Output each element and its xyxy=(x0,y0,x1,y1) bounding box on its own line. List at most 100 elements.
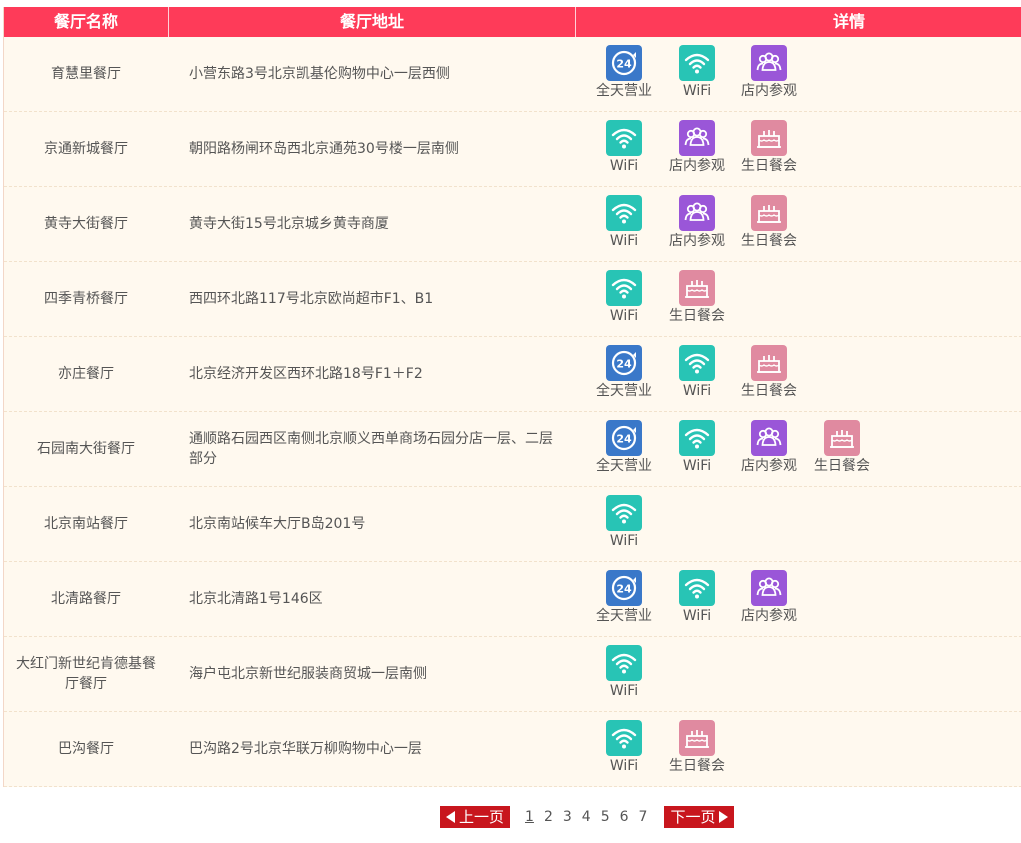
page-link-6[interactable]: 6 xyxy=(620,809,629,825)
feature-badge-wifi: WiFi xyxy=(594,495,654,551)
restaurant-address: 小营东路3号北京凯基伦购物中心一层西侧 xyxy=(189,66,450,82)
feature-list: 24 全天营业 WiFi 店内参观 生日餐会 xyxy=(574,412,1021,486)
top-border xyxy=(0,0,1021,7)
next-page-label: 下一页 xyxy=(670,808,716,826)
cake-icon xyxy=(751,120,787,156)
people-icon xyxy=(751,570,787,606)
feature-label: 生日餐会 xyxy=(741,233,797,249)
table-row: 育慧里餐厅 小营东路3号北京凯基伦购物中心一层西侧 24 全天营业 WiFi 店内参观 xyxy=(4,37,1021,112)
wifi-icon xyxy=(679,45,715,81)
page-link-3[interactable]: 3 xyxy=(563,809,572,825)
clock-24-icon: 24 xyxy=(606,570,642,606)
wifi-icon xyxy=(606,270,642,306)
wifi-icon xyxy=(606,720,642,756)
feature-badge-birthday: 生日餐会 xyxy=(739,345,799,401)
feature-label: WiFi xyxy=(682,608,712,624)
feature-badge-birthday: 生日餐会 xyxy=(739,195,799,251)
wifi-icon xyxy=(606,495,642,531)
feature-badge-wifi: WiFi xyxy=(667,570,727,626)
feature-list: WiFi 店内参观 生日餐会 xyxy=(574,112,1021,186)
next-page-button[interactable]: 下一页 xyxy=(664,806,735,828)
header-address: 餐厅地址 xyxy=(169,7,576,37)
feature-badge-24h: 24 全天营业 xyxy=(594,345,654,401)
feature-list: 24 全天营业 WiFi 店内参观 xyxy=(574,562,1021,636)
feature-list: 24 全天营业 WiFi 店内参观 xyxy=(574,37,1021,111)
restaurant-name: 育慧里餐厅 xyxy=(51,66,121,82)
table-row: 大红门新世纪肯德基餐厅餐厅 海户屯北京新世纪服装商贸城一层南侧 WiFi xyxy=(4,637,1021,712)
table-header: 餐厅名称 餐厅地址 详情 xyxy=(4,7,1021,37)
feature-label: WiFi xyxy=(682,83,712,99)
table-row: 四季青桥餐厅 西四环北路117号北京欧尚超市F1、B1 WiFi 生日餐会 xyxy=(4,262,1021,337)
people-icon xyxy=(751,420,787,456)
feature-badge-24h: 24 全天营业 xyxy=(594,420,654,476)
restaurant-address: 北京南站候车大厅B岛201号 xyxy=(189,516,366,532)
feature-badge-birthday: 生日餐会 xyxy=(739,120,799,176)
restaurant-address: 黄寺大街15号北京城乡黄寺商厦 xyxy=(189,216,389,232)
cake-icon xyxy=(679,720,715,756)
feature-badge-wifi: WiFi xyxy=(594,195,654,251)
feature-list: WiFi 店内参观 生日餐会 xyxy=(574,187,1021,261)
header-name: 餐厅名称 xyxy=(4,7,169,37)
feature-list: WiFi xyxy=(574,487,1021,561)
restaurant-name: 大红门新世纪肯德基餐厅餐厅 xyxy=(16,656,156,692)
feature-badge-wifi: WiFi xyxy=(594,720,654,776)
feature-list: 24 全天营业 WiFi 生日餐会 xyxy=(574,337,1021,411)
table-row: 京通新城餐厅 朝阳路杨闸环岛西北京通苑30号楼一层南侧 WiFi 店内参观 生日餐会 xyxy=(4,112,1021,187)
feature-label: WiFi xyxy=(609,533,639,549)
feature-badge-birthday: 生日餐会 xyxy=(812,420,872,476)
wifi-icon xyxy=(606,195,642,231)
people-icon xyxy=(679,120,715,156)
feature-list: WiFi 生日餐会 xyxy=(574,262,1021,336)
wifi-icon xyxy=(679,420,715,456)
page-link-7[interactable]: 7 xyxy=(639,809,648,825)
svg-text:24: 24 xyxy=(616,58,632,71)
feature-label: 店内参观 xyxy=(741,458,797,474)
restaurant-address: 西四环北路117号北京欧尚超市F1、B1 xyxy=(189,291,434,307)
feature-label: 店内参观 xyxy=(741,83,797,99)
svg-text:24: 24 xyxy=(616,583,632,596)
feature-badge-visit: 店内参观 xyxy=(739,45,799,101)
page-link-4[interactable]: 4 xyxy=(582,809,591,825)
restaurant-name: 京通新城餐厅 xyxy=(44,141,128,157)
cake-icon xyxy=(824,420,860,456)
prev-page-label: 上一页 xyxy=(459,808,505,826)
feature-label: WiFi xyxy=(682,383,712,399)
prev-page-button[interactable]: 上一页 xyxy=(440,806,511,828)
restaurant-name: 巴沟餐厅 xyxy=(58,741,114,757)
feature-badge-24h: 24 全天营业 xyxy=(594,45,654,101)
table-row: 北清路餐厅 北京北清路1号146区 24 全天营业 WiFi 店内参观 xyxy=(4,562,1021,637)
people-icon xyxy=(751,45,787,81)
restaurant-address: 北京经济开发区西环北路18号F1＋F2 xyxy=(189,366,423,382)
table-row: 巴沟餐厅 巴沟路2号北京华联万柳购物中心一层 WiFi 生日餐会 xyxy=(4,712,1021,787)
restaurant-name: 亦庄餐厅 xyxy=(58,366,114,382)
feature-badge-wifi: WiFi xyxy=(667,345,727,401)
clock-24-icon: 24 xyxy=(606,45,642,81)
feature-label: 生日餐会 xyxy=(741,383,797,399)
table-row: 黄寺大街餐厅 黄寺大街15号北京城乡黄寺商厦 WiFi 店内参观 生日餐会 xyxy=(4,187,1021,262)
svg-text:24: 24 xyxy=(616,358,632,371)
wifi-icon xyxy=(679,570,715,606)
table-row: 亦庄餐厅 北京经济开发区西环北路18号F1＋F2 24 全天营业 WiFi 生日餐会 xyxy=(4,337,1021,412)
feature-label: WiFi xyxy=(609,758,639,774)
page-link-1[interactable]: 1 xyxy=(525,809,534,825)
svg-text:24: 24 xyxy=(616,433,632,446)
restaurant-address: 北京北清路1号146区 xyxy=(189,591,323,607)
feature-label: 生日餐会 xyxy=(814,458,870,474)
feature-label: WiFi xyxy=(609,308,639,324)
people-icon xyxy=(679,195,715,231)
feature-badge-wifi: WiFi xyxy=(667,45,727,101)
feature-label: 全天营业 xyxy=(596,83,652,99)
feature-label: WiFi xyxy=(682,458,712,474)
page-link-5[interactable]: 5 xyxy=(601,809,610,825)
restaurant-address: 巴沟路2号北京华联万柳购物中心一层 xyxy=(189,741,422,757)
table-row: 北京南站餐厅 北京南站候车大厅B岛201号 WiFi xyxy=(4,487,1021,562)
feature-label: 店内参观 xyxy=(741,608,797,624)
feature-badge-birthday: 生日餐会 xyxy=(667,720,727,776)
feature-badge-birthday: 生日餐会 xyxy=(667,270,727,326)
feature-badge-wifi: WiFi xyxy=(594,645,654,701)
page-link-2[interactable]: 2 xyxy=(544,809,553,825)
pagination: 上一页 1 2 3 4 5 6 7 下一页 xyxy=(440,805,735,829)
arrow-right-icon xyxy=(719,811,729,823)
feature-label: 全天营业 xyxy=(596,383,652,399)
cake-icon xyxy=(751,195,787,231)
